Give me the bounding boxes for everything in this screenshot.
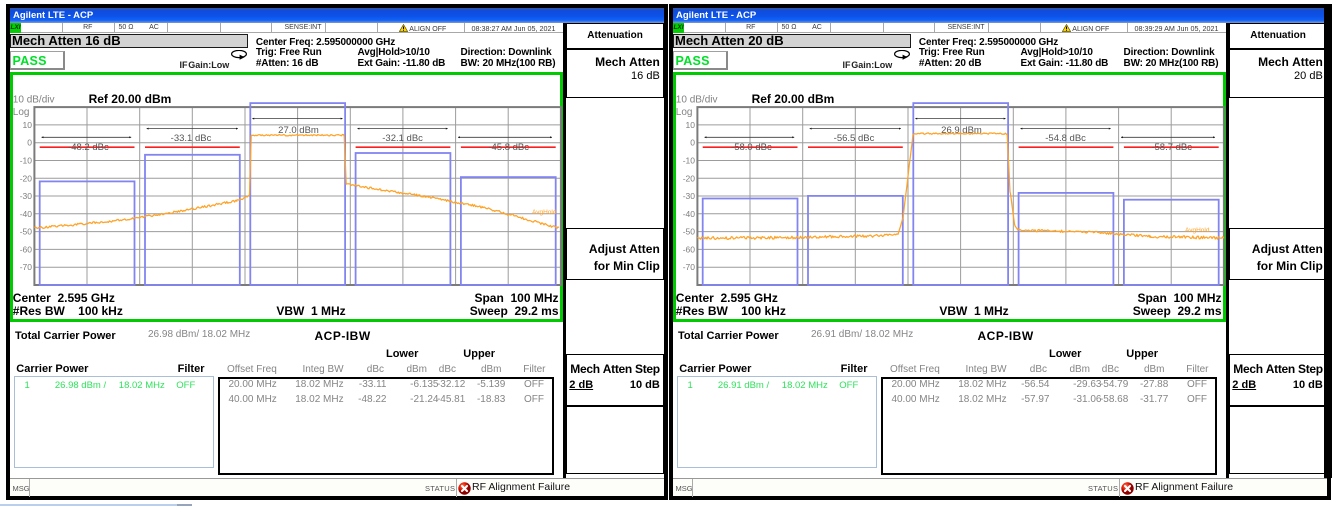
svg-text:Sweep 29.2 ms: Sweep 29.2 ms bbox=[470, 304, 559, 318]
svg-text:AvgHold: AvgHold bbox=[1185, 227, 1210, 234]
svg-text:-30: -30 bbox=[20, 191, 33, 201]
svg-text:-20: -20 bbox=[683, 174, 696, 184]
svg-text:#Res BW 100 kHz: #Res BW 100 kHz bbox=[676, 304, 786, 318]
svg-text:AvgHold: AvgHold bbox=[532, 209, 557, 216]
svg-text:-40: -40 bbox=[20, 209, 33, 219]
svg-text:-30: -30 bbox=[683, 191, 696, 201]
svg-text:0: 0 bbox=[690, 138, 695, 148]
svg-text:Ref 20.00 dBm: Ref 20.00 dBm bbox=[89, 92, 172, 106]
svg-text:-70: -70 bbox=[20, 263, 33, 273]
svg-text:10: 10 bbox=[686, 120, 696, 130]
svg-text:-50: -50 bbox=[20, 227, 33, 237]
svg-text:Log: Log bbox=[13, 107, 30, 118]
svg-text:-33.1 dBc: -33.1 dBc bbox=[171, 133, 212, 144]
svg-text:-58.7 dBc: -58.7 dBc bbox=[1151, 142, 1192, 153]
svg-text:Ref 20.00 dBm: Ref 20.00 dBm bbox=[752, 92, 835, 106]
svg-text:10 dB/div: 10 dB/div bbox=[676, 95, 718, 106]
svg-text:-56.5 dBc: -56.5 dBc bbox=[834, 133, 875, 144]
svg-text:-45.8 dBc: -45.8 dBc bbox=[488, 142, 529, 153]
svg-text:10 dB/div: 10 dB/div bbox=[13, 95, 55, 106]
svg-text:Log: Log bbox=[676, 107, 693, 118]
svg-text:10: 10 bbox=[23, 120, 33, 130]
svg-text:-10: -10 bbox=[20, 156, 33, 166]
svg-text:-60: -60 bbox=[683, 245, 696, 255]
svg-text:-48.2 dBc: -48.2 dBc bbox=[68, 142, 109, 153]
svg-text:-32.1 dBc: -32.1 dBc bbox=[382, 133, 423, 144]
svg-text:-10: -10 bbox=[683, 156, 696, 166]
svg-text:-50: -50 bbox=[683, 227, 696, 237]
svg-text:-60: -60 bbox=[20, 245, 33, 255]
svg-text:#Res BW 100 kHz: #Res BW 100 kHz bbox=[13, 304, 123, 318]
svg-text:VBW 1 MHz: VBW 1 MHz bbox=[276, 304, 345, 318]
svg-text:VBW 1 MHz: VBW 1 MHz bbox=[939, 304, 1008, 318]
svg-text:-40: -40 bbox=[683, 209, 696, 219]
svg-text:-58.0 dBc: -58.0 dBc bbox=[731, 142, 772, 153]
svg-text:-54.8 dBc: -54.8 dBc bbox=[1045, 133, 1086, 144]
svg-text:-70: -70 bbox=[683, 263, 696, 273]
svg-text:27.0 dBm: 27.0 dBm bbox=[278, 126, 319, 137]
svg-text:Sweep 29.2 ms: Sweep 29.2 ms bbox=[1133, 304, 1222, 318]
svg-text:0: 0 bbox=[27, 138, 32, 148]
svg-text:-20: -20 bbox=[20, 174, 33, 184]
svg-text:26.9 dBm: 26.9 dBm bbox=[941, 126, 982, 137]
